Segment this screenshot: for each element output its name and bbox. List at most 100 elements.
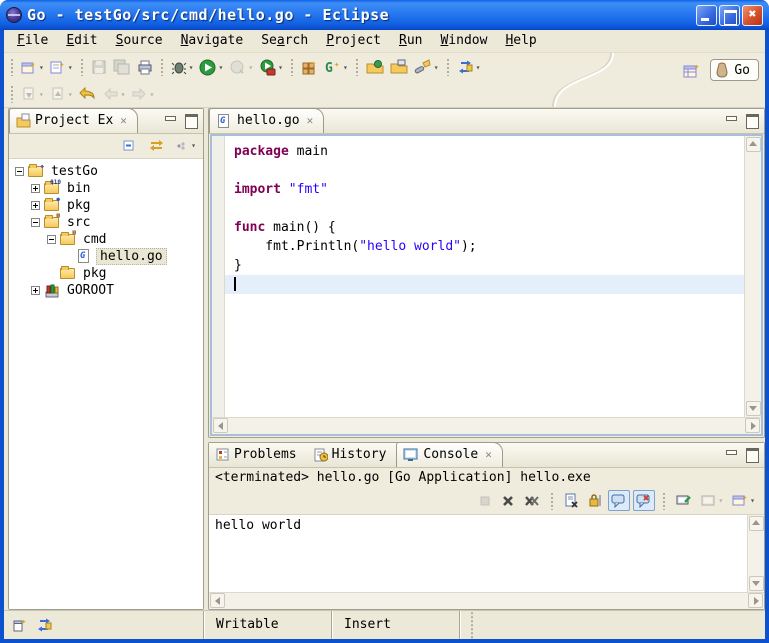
tab-console[interactable]: Console✕ [396, 442, 502, 467]
go-perspective-button[interactable]: Go [710, 59, 759, 81]
scroll-left-button[interactable] [210, 593, 225, 608]
code-line[interactable]: } [225, 256, 744, 275]
tab-problems[interactable]: Problems [209, 442, 307, 467]
tab-hello-go[interactable]: G hello.go ✕ [209, 108, 324, 133]
tab-project-explorer[interactable]: Project Ex ✕ [9, 108, 138, 133]
code-editor[interactable]: package main import "fmt" func main() { fm… [225, 136, 744, 417]
code-line[interactable] [225, 275, 744, 294]
collapse-icon[interactable] [47, 235, 56, 244]
tree-item-hello-go[interactable]: Ghello.go [9, 248, 203, 265]
annotation-ruler[interactable] [212, 136, 225, 417]
profile-button[interactable]: ▾ [226, 56, 256, 79]
open-type-button[interactable] [363, 56, 387, 78]
menu-search[interactable]: Search [252, 31, 317, 50]
close-icon[interactable]: ✕ [485, 448, 492, 461]
code-line[interactable] [225, 199, 744, 218]
run-button[interactable]: ▾ [196, 56, 226, 79]
toolbar-grip[interactable] [662, 492, 666, 510]
menu-navigate[interactable]: Navigate [172, 31, 253, 50]
external-tools-button[interactable]: ▾ [256, 56, 286, 79]
close-icon[interactable]: ✕ [307, 114, 314, 127]
minimize-button[interactable] [696, 5, 717, 26]
scroll-down-button[interactable] [746, 401, 761, 416]
new-wizard-button[interactable]: ✦ ▾ [18, 56, 47, 78]
panel-maximize-button[interactable] [744, 447, 760, 461]
scroll-lock-button[interactable] [585, 490, 605, 511]
remove-launch-button[interactable] [498, 491, 518, 511]
close-button[interactable] [742, 5, 763, 26]
panel-minimize-button[interactable] [163, 113, 179, 127]
pin-console-button[interactable] [673, 490, 695, 511]
toolbar-grip[interactable] [290, 58, 294, 76]
console-vertical-scrollbar[interactable] [747, 515, 764, 592]
panel-minimize-button[interactable] [724, 113, 740, 127]
scroll-right-button[interactable] [748, 593, 763, 608]
tree-item-testgo[interactable]: ◆testGo [9, 163, 203, 180]
close-icon[interactable]: ✕ [120, 114, 127, 127]
menu-source[interactable]: Source [107, 31, 172, 50]
open-resource-button[interactable] [387, 56, 411, 78]
display-console-button[interactable]: ▾ [698, 491, 726, 511]
open-console-button[interactable]: ✦ ▾ [729, 490, 758, 511]
code-line[interactable]: package main [225, 142, 744, 161]
menu-window[interactable]: Window [431, 31, 496, 50]
tree-item-pkg[interactable]: pkg [9, 265, 203, 282]
collapse-all-button[interactable] [119, 135, 141, 156]
terminate-button[interactable] [475, 491, 495, 511]
new-file-button[interactable]: ✦ ▾ [47, 56, 76, 78]
expand-icon[interactable] [31, 184, 40, 193]
collapse-icon[interactable] [31, 218, 40, 227]
toolbar-grip[interactable] [446, 58, 450, 76]
toolbar-grip[interactable] [80, 58, 84, 76]
last-edit-location-button[interactable]: ✦ [76, 84, 100, 104]
toolbar-grip[interactable] [355, 58, 359, 76]
save-all-button[interactable] [110, 56, 134, 78]
tree-item-bin[interactable]: 010bin [9, 180, 203, 197]
tree-item-cmd[interactable]: ▦cmd [9, 231, 203, 248]
show-stdout-button[interactable] [608, 490, 630, 511]
code-line[interactable] [225, 161, 744, 180]
tree-item-goroot[interactable]: GOROOT [9, 282, 203, 299]
titlebar[interactable]: Go - testGo/src/cmd/hello.go - Eclipse [0, 0, 769, 30]
toolbar-grip[interactable] [10, 58, 14, 76]
save-button[interactable] [88, 56, 110, 78]
scroll-up-button[interactable] [749, 516, 764, 531]
collapse-icon[interactable] [15, 167, 24, 176]
editor-vertical-scrollbar[interactable] [744, 136, 761, 417]
tree-item-pkg[interactable]: ●pkg [9, 197, 203, 214]
panel-maximize-button[interactable] [744, 113, 760, 127]
launch-status-icon[interactable] [36, 617, 53, 633]
next-annotation-button[interactable]: ▾ [18, 84, 47, 104]
tab-history[interactable]: History [307, 442, 397, 467]
menu-run[interactable]: Run [390, 31, 431, 50]
link-with-editor-button[interactable] [145, 135, 168, 156]
maximize-button[interactable] [719, 5, 740, 26]
new-project-button[interactable]: ✦ [298, 56, 321, 78]
forward-button[interactable]: ▾ [128, 84, 157, 104]
toolbar-grip[interactable] [10, 85, 14, 103]
show-stderr-button[interactable] [633, 490, 655, 511]
remove-all-launches-button[interactable] [521, 491, 543, 511]
view-menu-button[interactable]: ▾ [172, 136, 199, 156]
menu-project[interactable]: Project [317, 31, 390, 50]
panel-maximize-button[interactable] [183, 113, 199, 127]
code-line[interactable]: import "fmt" [225, 180, 744, 199]
scroll-left-button[interactable] [213, 418, 228, 433]
new-go-element-button[interactable]: G✦ ▾ [321, 56, 351, 78]
build-tool-button[interactable]: ▾ [454, 56, 484, 78]
debug-button[interactable]: ▾ [168, 56, 197, 78]
expand-icon[interactable] [31, 201, 40, 210]
panel-minimize-button[interactable] [724, 447, 740, 461]
code-line[interactable]: func main() { [225, 218, 744, 237]
previous-annotation-button[interactable]: ▾ [47, 84, 76, 104]
search-button[interactable]: ▾ [411, 56, 442, 78]
console-horizontal-scrollbar[interactable] [209, 592, 764, 609]
fast-view-icon[interactable]: ✦ [12, 617, 28, 633]
toolbar-grip[interactable] [550, 492, 554, 510]
scroll-right-button[interactable] [745, 418, 760, 433]
code-line[interactable]: fmt.Println("hello world"); [225, 237, 744, 256]
console-output[interactable]: hello world [209, 515, 747, 592]
open-perspective-button[interactable]: ✦ [680, 59, 704, 82]
clear-console-button[interactable] [561, 490, 582, 511]
tree-item-src[interactable]: ▦src [9, 214, 203, 231]
